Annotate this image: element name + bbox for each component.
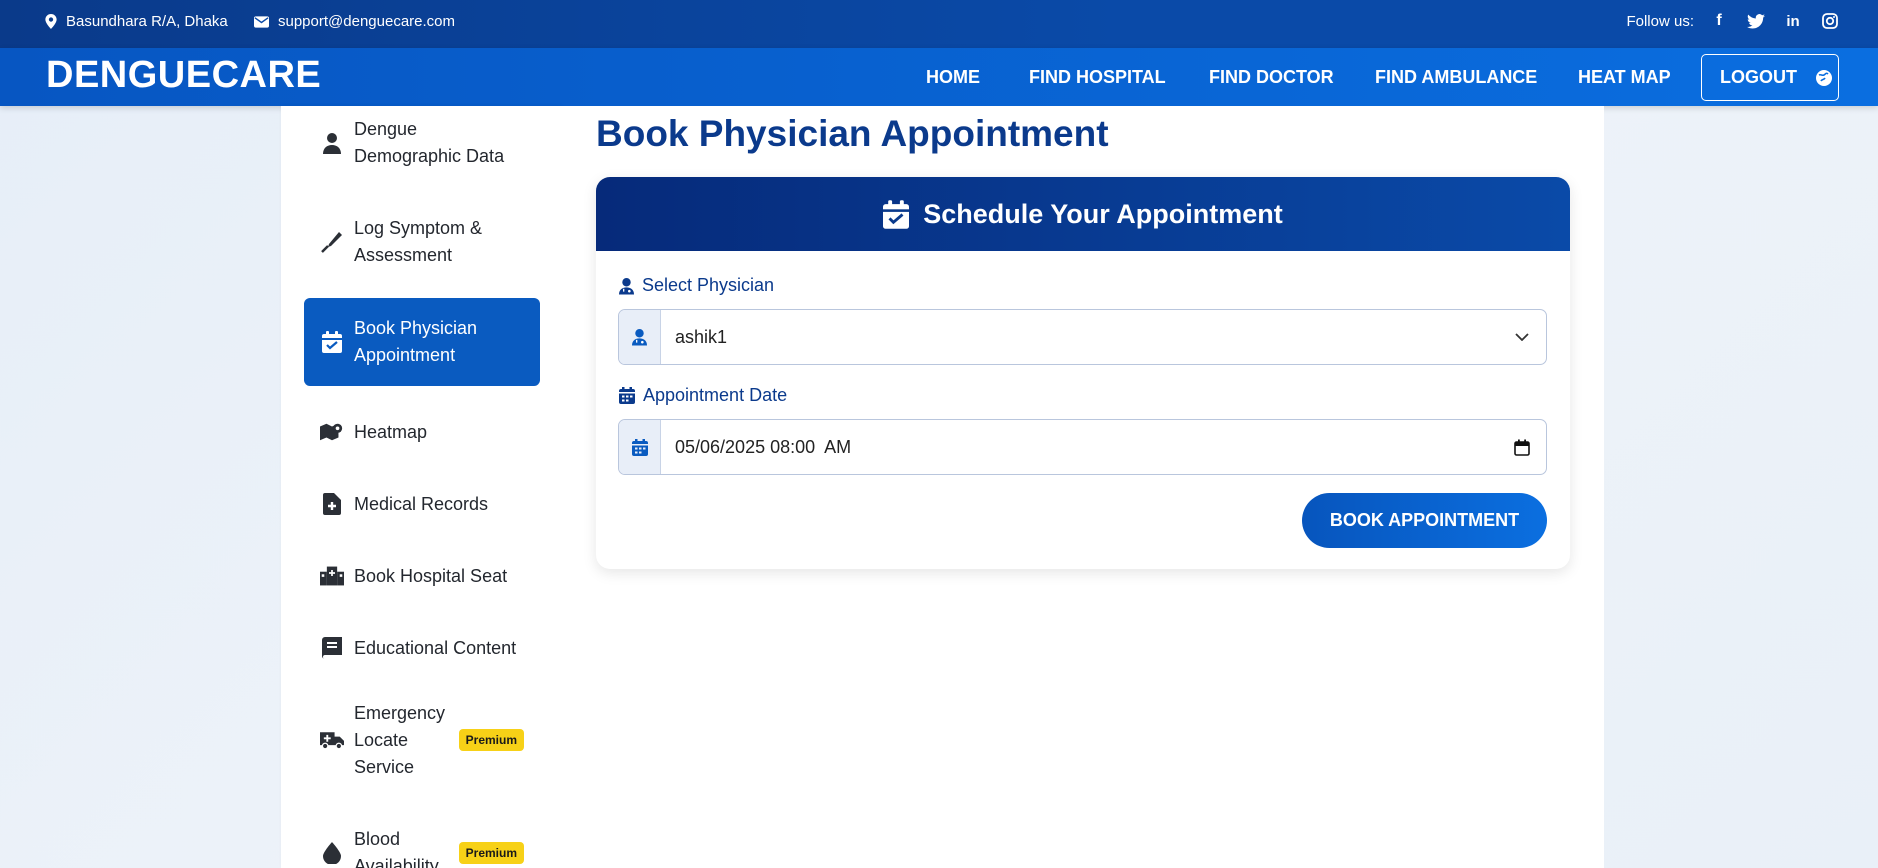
premium-badge: Premium bbox=[458, 842, 524, 864]
nav-heat-map[interactable]: HEAT MAP bbox=[1578, 67, 1671, 88]
book-appointment-button[interactable]: BOOK APPOINTMENT bbox=[1302, 493, 1547, 548]
facebook-icon[interactable]: f bbox=[1708, 10, 1730, 32]
location-info: Basundhara R/A, Dhaka bbox=[45, 0, 228, 43]
envelope-icon bbox=[254, 15, 269, 28]
sidebar-item-medical-records[interactable]: Medical Records bbox=[304, 484, 540, 524]
appointment-date-input[interactable]: 05/06/2025 08:00 AM bbox=[618, 419, 1547, 475]
top-info-bar: Basundhara R/A, Dhaka support@denguecare… bbox=[0, 0, 1878, 48]
follow-us-label: Follow us: bbox=[1626, 13, 1694, 30]
logout-button[interactable]: LOGOUT bbox=[1701, 54, 1839, 101]
sidebar-item-book-physician[interactable]: Book Physician Appointment bbox=[304, 298, 540, 386]
nav-find-hospital[interactable]: FIND HOSPITAL bbox=[1029, 67, 1166, 88]
sidebar-item-label: Dengue Demographic Data bbox=[354, 119, 505, 166]
appointment-date-value[interactable]: 05/06/2025 08:00 AM bbox=[661, 420, 1498, 474]
book-icon bbox=[320, 636, 344, 660]
sidebar-item-label: Medical Records bbox=[354, 493, 489, 514]
appointment-card: Schedule Your Appointment Select Physici… bbox=[596, 177, 1570, 569]
sidebar-item-label: Log Symptom & Assessment bbox=[354, 218, 483, 265]
file-medical-icon bbox=[320, 492, 344, 516]
physician-select[interactable]: ashik1 bbox=[618, 309, 1547, 365]
main-navbar: DENGUECARE HOME FIND HOSPITAL FIND DOCTO… bbox=[0, 48, 1878, 106]
card-title: Schedule Your Appointment bbox=[923, 198, 1283, 229]
brand-logo[interactable]: DENGUECARE bbox=[46, 54, 321, 97]
sidebar-item-label: Book Hospital Seat bbox=[354, 565, 508, 586]
calendar-icon bbox=[619, 387, 635, 404]
nav-find-doctor[interactable]: FIND DOCTOR bbox=[1209, 67, 1334, 88]
calendar-check-icon bbox=[883, 199, 910, 229]
sidebar-item-heatmap[interactable]: Heatmap bbox=[304, 412, 540, 452]
date-label: Appointment Date bbox=[619, 385, 787, 406]
location-text: Basundhara R/A, Dhaka bbox=[66, 13, 228, 30]
email-info[interactable]: support@denguecare.com bbox=[254, 0, 455, 43]
email-text[interactable]: support@denguecare.com bbox=[278, 13, 455, 30]
physician-label: Select Physician bbox=[619, 275, 774, 296]
sidebar-item-demographic-data[interactable]: Dengue Demographic Data bbox=[304, 116, 540, 170]
page-title: Book Physician Appointment bbox=[596, 113, 1109, 154]
user-icon bbox=[320, 131, 344, 155]
sidebar-item-label: Educational Content bbox=[354, 637, 517, 658]
map-pin-icon bbox=[45, 14, 57, 29]
nav-find-ambulance[interactable]: FIND AMBULANCE bbox=[1375, 67, 1537, 88]
hospital-icon bbox=[320, 564, 344, 588]
premium-badge: Premium bbox=[458, 729, 524, 751]
sidebar-item-book-hospital-seat[interactable]: Book Hospital Seat bbox=[304, 556, 540, 596]
map-icon bbox=[320, 420, 344, 444]
main-content: Book Physician Appointment Schedule Your… bbox=[561, 106, 1604, 868]
date-addon bbox=[619, 420, 661, 474]
sidebar-item-emergency-locate[interactable]: Emergency Locate Service Premium bbox=[304, 700, 540, 780]
card-header: Schedule Your Appointment bbox=[596, 177, 1570, 251]
doctor-icon bbox=[619, 277, 634, 294]
chevron-down-icon[interactable] bbox=[1498, 310, 1546, 364]
physician-addon bbox=[619, 310, 661, 364]
calendar-picker-icon[interactable] bbox=[1498, 420, 1546, 474]
nav-home[interactable]: HOME bbox=[926, 67, 980, 88]
instagram-icon[interactable] bbox=[1819, 10, 1841, 32]
calendar-check-icon bbox=[320, 330, 344, 354]
logout-globe-icon bbox=[1816, 69, 1832, 86]
droplet-icon bbox=[320, 841, 344, 865]
sidebar-item-educational-content[interactable]: Educational Content bbox=[304, 628, 540, 668]
calendar-icon bbox=[631, 438, 648, 456]
logout-label: LOGOUT bbox=[1720, 67, 1797, 87]
sidebar-item-label: Emergency Locate Service bbox=[354, 702, 446, 777]
sidebar-item-label: Heatmap bbox=[354, 421, 428, 442]
linkedin-icon[interactable]: in bbox=[1782, 10, 1804, 32]
physician-selected-value[interactable]: ashik1 bbox=[661, 310, 1498, 364]
thermometer-icon bbox=[320, 230, 344, 254]
sidebar-item-blood-availability[interactable]: Blood Availability Premium bbox=[304, 826, 540, 868]
ambulance-icon bbox=[320, 728, 344, 752]
twitter-icon[interactable] bbox=[1745, 10, 1767, 32]
sidebar: Dengue Demographic Data Log Symptom & Asse… bbox=[281, 106, 561, 868]
doctor-icon bbox=[632, 329, 647, 346]
sidebar-item-label: Blood Availability bbox=[354, 829, 439, 868]
sidebar-item-label: Book Physician Appointment bbox=[354, 318, 478, 365]
sidebar-item-log-symptom[interactable]: Log Symptom & Assessment bbox=[304, 215, 540, 269]
